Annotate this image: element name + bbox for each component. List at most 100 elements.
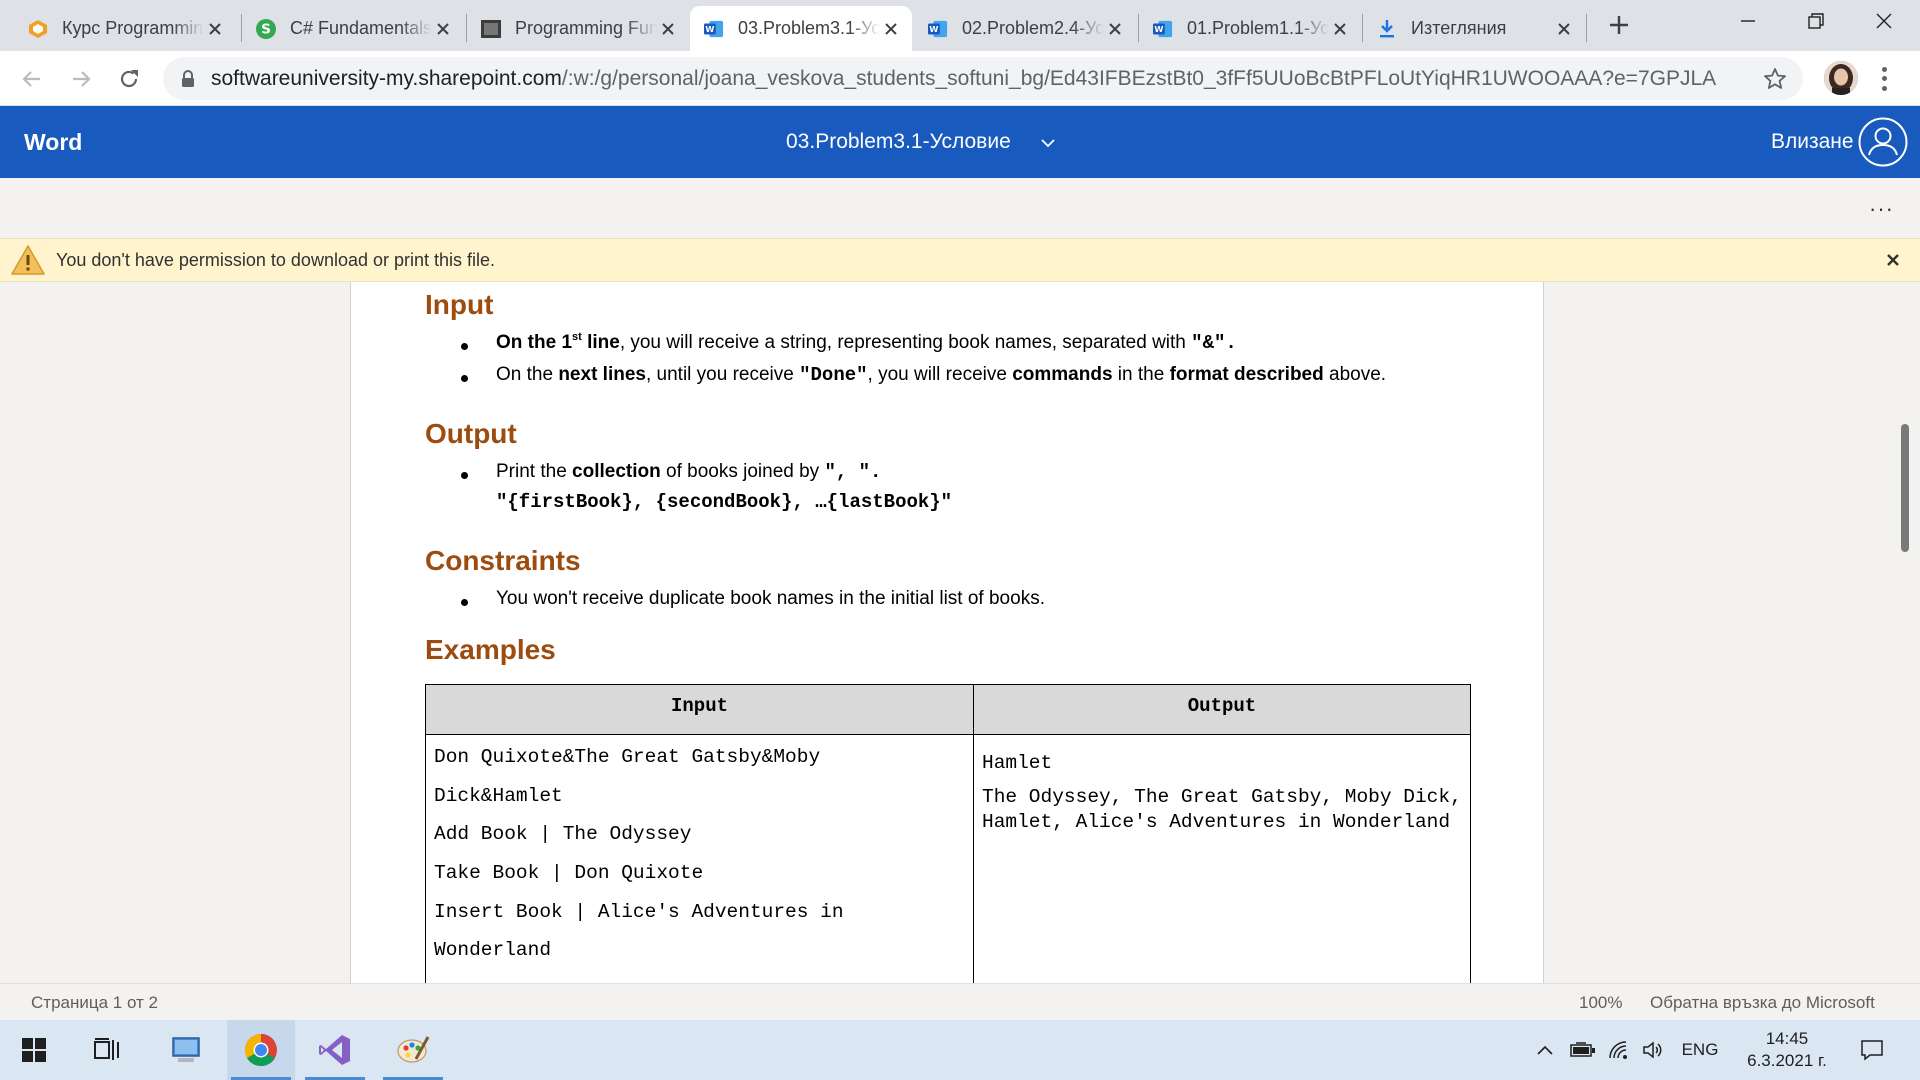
tab-close-icon[interactable]: [204, 18, 226, 40]
tab-title: C# Fundamentals: [290, 18, 432, 38]
svg-text:S: S: [261, 21, 271, 37]
browser-tab[interactable]: W 01.Problem1.1-Условие: [1139, 6, 1361, 51]
signin-link[interactable]: Влизане: [1771, 106, 1854, 178]
profile-avatar[interactable]: [1824, 61, 1858, 95]
lock-icon[interactable]: [179, 69, 197, 89]
tab-title: 03.Problem3.1-Условие: [738, 18, 880, 38]
paint-icon: [397, 1036, 430, 1063]
table-header-row: Input Output: [425, 684, 1471, 735]
network-button[interactable]: [1604, 1020, 1634, 1080]
address-bar[interactable]: softwareuniversity-my.sharepoint.com/:w:…: [163, 57, 1803, 100]
tab-title: 02.Problem2.4-Условие: [962, 18, 1104, 38]
back-button[interactable]: [16, 63, 48, 95]
word-header: Word 03.Problem3.1-Условие Влизане: [0, 106, 1920, 178]
bullet: [461, 343, 468, 350]
minimize-icon: [1741, 20, 1755, 22]
input-line: Take Book | Don Quixote: [434, 862, 704, 885]
document-title: 03.Problem3.1-Условие: [786, 130, 1011, 153]
output-line: The Odyssey, The Great Gatsby, Moby Dick…: [982, 785, 1462, 834]
start-button[interactable]: [4, 1020, 64, 1080]
input-bullet-1: On the 1st line, you will receive a stri…: [496, 331, 1237, 355]
output-cell: Hamlet The Odyssey, The Great Gatsby, Mo…: [973, 734, 1471, 983]
output-line: Hamlet: [982, 752, 1053, 774]
more-options-button[interactable]: ···: [1869, 196, 1894, 222]
volume-button[interactable]: [1638, 1020, 1668, 1080]
tab-close-icon[interactable]: [1104, 18, 1126, 40]
chrome-menu-button[interactable]: [1874, 65, 1894, 93]
tab-separator: [1586, 14, 1587, 42]
table-header-input: Input: [425, 684, 974, 735]
browser-tab[interactable]: S C# Fundamentals: [242, 6, 464, 51]
warning-icon: [10, 244, 46, 276]
windows-taskbar: ENG 14:45 6.3.2021 г.: [0, 1020, 1920, 1080]
wifi-icon: [1609, 1041, 1627, 1059]
new-tab-button[interactable]: [1604, 10, 1634, 40]
restore-icon: [1808, 13, 1824, 29]
reload-button[interactable]: [113, 63, 145, 95]
page-counter: Страница 1 от 2: [31, 993, 158, 1012]
browser-tab[interactable]: W 02.Problem2.4-Условие: [914, 6, 1136, 51]
back-arrow-icon: [22, 71, 40, 87]
film-icon: [481, 19, 501, 39]
speaker-icon: [1643, 1041, 1662, 1059]
tab-title: Курс Programming Basics: [62, 18, 204, 38]
input-line: Don Quixote&The Great Gatsby&Moby: [434, 746, 821, 768]
action-center-button[interactable]: [1852, 1020, 1892, 1080]
word-app-name[interactable]: Word: [24, 106, 82, 178]
output-heading: Output: [425, 418, 517, 449]
browser-tab[interactable]: Изтегляния: [1363, 6, 1585, 51]
browser-tab[interactable]: Курс Programming Basics: [14, 6, 236, 51]
constraints-bullet-1: You won't receive duplicate book names i…: [496, 588, 1045, 609]
bookmark-star-icon[interactable]: [1763, 67, 1787, 91]
input-line: Add Book | The Odyssey: [434, 823, 692, 846]
taskbar-app-pc[interactable]: [156, 1020, 216, 1080]
tab-close-icon[interactable]: [1553, 18, 1575, 40]
input-line: Insert Book | Alice's Adventures in: [434, 900, 844, 923]
browser-toolbar: softwareuniversity-my.sharepoint.com/:w:…: [0, 51, 1920, 106]
url-host: softwareuniversity-my.sharepoint.com: [211, 66, 562, 90]
close-window-button[interactable]: [1850, 0, 1918, 42]
dismiss-warning-icon[interactable]: [1882, 249, 1904, 271]
minimize-button[interactable]: [1714, 0, 1782, 42]
tray-overflow-button[interactable]: [1532, 1020, 1558, 1080]
user-icon[interactable]: [1858, 117, 1908, 172]
table-row: Don Quixote&The Great Gatsby&Moby Dick&H…: [425, 734, 1471, 983]
output-bullet-1: Print the collection of books joined by …: [496, 461, 882, 483]
taskbar-app-chrome[interactable]: [227, 1020, 295, 1080]
tab-close-icon[interactable]: [880, 18, 902, 40]
tab-close-icon[interactable]: [657, 18, 679, 40]
svg-text:W: W: [705, 24, 714, 34]
clock-date: 6.3.2021 г.: [1747, 1051, 1827, 1070]
browser-tab-active[interactable]: W 03.Problem3.1-Условие: [690, 6, 912, 51]
word-icon: W: [704, 19, 724, 39]
forward-button[interactable]: [65, 63, 97, 95]
visual-studio-icon: [319, 1035, 350, 1065]
task-view-button[interactable]: [77, 1020, 137, 1080]
bullet: [461, 472, 468, 479]
restore-button[interactable]: [1782, 0, 1850, 42]
vertical-scrollbar-thumb[interactable]: [1901, 424, 1909, 552]
clock[interactable]: 14:45 6.3.2021 г.: [1740, 1028, 1834, 1072]
language-indicator[interactable]: ENG: [1678, 1020, 1722, 1080]
battery-button[interactable]: [1566, 1020, 1600, 1080]
document-title-button[interactable]: 03.Problem3.1-Условие: [786, 106, 1055, 178]
taskbar-app-visual-studio[interactable]: [301, 1020, 369, 1080]
windows-logo-icon: [22, 1038, 46, 1062]
reload-icon: [120, 70, 138, 88]
tab-close-icon[interactable]: [432, 18, 454, 40]
word-icon: W: [928, 19, 948, 39]
download-icon: [1377, 19, 1397, 39]
forward-arrow-icon: [73, 71, 91, 87]
ribbon-bar: ···: [0, 178, 1920, 238]
plus-icon: [1610, 16, 1628, 34]
svg-text:W: W: [929, 24, 938, 34]
input-line: Dick&Hamlet: [434, 784, 563, 807]
taskbar-app-paint[interactable]: [379, 1020, 447, 1080]
svg-text:W: W: [1154, 24, 1163, 34]
feedback-link[interactable]: Обратна връзка до Microsoft: [1650, 993, 1875, 1013]
browser-tab[interactable]: Programming Fundamentals: [467, 6, 689, 51]
url-text: softwareuniversity-my.sharepoint.com/:w:…: [211, 67, 1716, 91]
zoom-level[interactable]: 100%: [1579, 993, 1622, 1013]
bullet: [461, 599, 468, 606]
tab-close-icon[interactable]: [1329, 18, 1351, 40]
